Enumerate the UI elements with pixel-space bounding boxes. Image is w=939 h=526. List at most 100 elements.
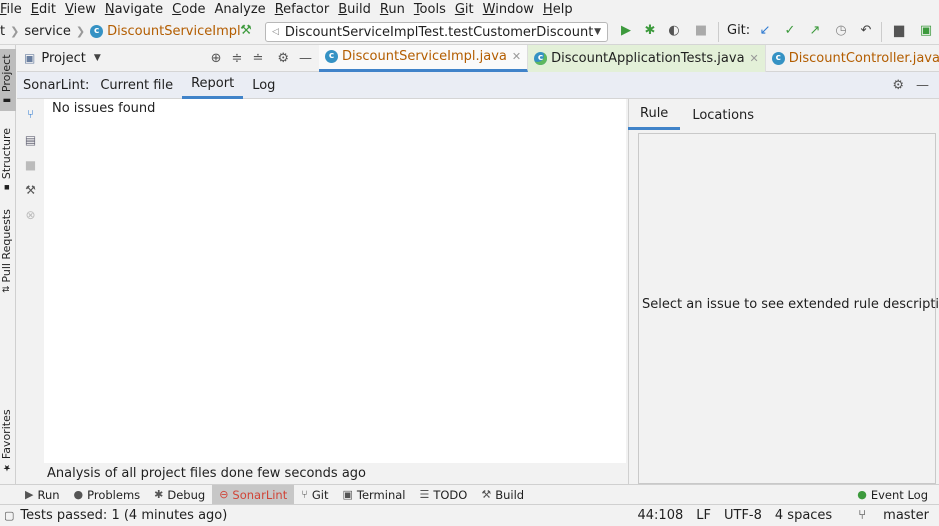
hide-panel-icon[interactable]: — bbox=[299, 51, 312, 66]
run-config-icon: ◁ bbox=[272, 27, 279, 37]
menu-file[interactable]: File bbox=[0, 2, 22, 17]
rollback-icon[interactable]: ↶ bbox=[858, 23, 874, 39]
git-branch[interactable]: ⑂ master bbox=[845, 508, 929, 523]
tool-tab-problems[interactable]: ● Problems bbox=[67, 485, 148, 505]
menu-help[interactable]: Help bbox=[543, 2, 573, 17]
menu-analyze[interactable]: Analyze bbox=[214, 2, 265, 17]
menu-run[interactable]: Run bbox=[380, 2, 405, 17]
git-icon: ⑂ bbox=[301, 488, 308, 501]
tool-tab-run[interactable]: ▶ Run bbox=[18, 485, 67, 505]
stop-icon[interactable]: ■ bbox=[693, 23, 709, 39]
close-icon[interactable]: ✕ bbox=[512, 50, 521, 63]
close-icon[interactable]: ✕ bbox=[750, 52, 759, 65]
project-view-icon: ▣ bbox=[24, 51, 36, 65]
no-issues-message: No issues found bbox=[52, 101, 156, 116]
toolbar-divider bbox=[718, 22, 719, 42]
structure-icon: ▪ bbox=[2, 179, 12, 193]
tool-tab-pull-requests[interactable]: ⇅ Pull Requests bbox=[0, 205, 16, 297]
tool-tab-project[interactable]: ▬ Project bbox=[0, 49, 16, 111]
class-icon: c bbox=[771, 51, 785, 65]
git-push-icon[interactable]: ↗ bbox=[807, 23, 823, 39]
tool-tab-todo[interactable]: ☰ TODO bbox=[412, 485, 474, 505]
tool-tab-terminal[interactable]: ▣ Terminal bbox=[335, 485, 412, 505]
test-class-icon: c bbox=[534, 51, 548, 65]
branch-icon: ⑂ bbox=[858, 508, 871, 523]
menu-navigate[interactable]: Navigate bbox=[105, 2, 163, 17]
build-hammer-icon[interactable]: ⚒ bbox=[238, 23, 254, 39]
breadcrumb-prev[interactable]: t bbox=[0, 24, 5, 39]
chevron-down-icon[interactable]: ▼ bbox=[94, 53, 101, 63]
event-log-icon: ● bbox=[857, 488, 867, 501]
menu-tools[interactable]: Tools bbox=[414, 2, 446, 17]
tab-rule[interactable]: Rule bbox=[628, 100, 681, 130]
git-update-icon[interactable]: ↙ bbox=[757, 23, 773, 39]
chevron-down-icon: ▼ bbox=[594, 27, 601, 37]
menu-code[interactable]: Code bbox=[172, 2, 205, 17]
editor-tab-discountserviceimpl[interactable]: c DiscountServiceImpl.java ✕ bbox=[319, 44, 529, 72]
tab-report[interactable]: Report bbox=[182, 72, 244, 99]
menu-build[interactable]: Build bbox=[338, 2, 371, 17]
run-configuration-select[interactable]: ◁ DiscountServiceImplTest.testCustomerDi… bbox=[265, 22, 608, 42]
git-label: Git: bbox=[727, 23, 751, 38]
menu-window[interactable]: Window bbox=[483, 2, 534, 17]
editor-tab-discountapplicationtests[interactable]: c DiscountApplicationTests.java ✕ bbox=[528, 44, 766, 72]
rule-tabs: Rule Locations bbox=[628, 99, 939, 131]
bottom-tool-bar: ▶ Run ● Problems ✱ Debug ⊖ SonarLint ⑂ Git ▣ T… bbox=[0, 484, 939, 505]
status-message[interactable]: Tests passed: 1 (4 minutes ago) bbox=[20, 508, 227, 523]
run-anything-icon[interactable]: ▣ bbox=[918, 23, 934, 39]
project-panel-title[interactable]: Project bbox=[41, 51, 85, 66]
tool-tab-debug[interactable]: ✱ Debug bbox=[147, 485, 212, 505]
project-structure-icon[interactable]: ▆ bbox=[891, 23, 907, 39]
tab-locations[interactable]: Locations bbox=[680, 100, 766, 130]
status-bar-toggle-icon[interactable]: ▢ bbox=[4, 509, 14, 522]
clear-results-icon[interactable]: ⊗ bbox=[23, 208, 38, 223]
analyze-all-files-icon[interactable]: ▤ bbox=[23, 133, 38, 148]
toolbar-divider bbox=[881, 22, 882, 42]
locate-file-icon[interactable]: ⊕ bbox=[211, 51, 222, 66]
breadcrumb-separator-icon: ❯ bbox=[75, 24, 86, 38]
build-icon: ⚒ bbox=[481, 488, 492, 501]
tool-tab-sonarlint[interactable]: ⊖ SonarLint bbox=[212, 484, 295, 505]
menu-refactor[interactable]: Refactor bbox=[275, 2, 330, 17]
rule-description-box: Select an issue to see extended rule des… bbox=[638, 133, 939, 484]
tool-tab-event-log[interactable]: ● Event Log bbox=[850, 485, 935, 505]
gear-icon[interactable]: ⚙ bbox=[277, 51, 289, 66]
indent-setting[interactable]: 4 spaces bbox=[775, 508, 832, 523]
tab-current-file[interactable]: Current file bbox=[91, 72, 182, 99]
tool-tab-git[interactable]: ⑂ Git bbox=[294, 485, 335, 505]
left-tool-strip: ▬ Project ▪ Structure ⇅ Pull Requests ★ … bbox=[0, 45, 16, 484]
analyze-changed-files-icon[interactable]: ⑂ bbox=[23, 107, 38, 122]
file-encoding[interactable]: UTF-8 bbox=[724, 508, 762, 523]
status-bar: ▢ Tests passed: 1 (4 minutes ago) 44:108… bbox=[0, 504, 939, 526]
debug-icon: ✱ bbox=[154, 488, 164, 501]
class-icon: c bbox=[90, 24, 104, 38]
breadcrumb-folder[interactable]: service bbox=[24, 24, 71, 39]
menu-edit[interactable]: Edit bbox=[31, 2, 56, 17]
expand-all-icon[interactable]: ≑ bbox=[232, 51, 243, 66]
breadcrumb-file[interactable]: DiscountServiceImpl bbox=[107, 24, 240, 39]
git-commit-icon[interactable]: ✓ bbox=[782, 23, 798, 39]
collapse-all-icon[interactable]: ≐ bbox=[252, 51, 263, 66]
analysis-status-message: Analysis of all project files done few s… bbox=[44, 463, 626, 484]
todo-icon: ☰ bbox=[419, 488, 430, 501]
run-icon[interactable]: ▶ bbox=[618, 23, 634, 39]
coverage-icon[interactable]: ◐ bbox=[666, 23, 682, 39]
menu-bar: File Edit View Navigate Code Analyze Ref… bbox=[0, 0, 939, 18]
gear-icon[interactable]: ⚙ bbox=[892, 78, 904, 93]
tool-tab-structure[interactable]: ▪ Structure bbox=[0, 121, 16, 199]
caret-position[interactable]: 44:108 bbox=[638, 508, 684, 523]
tool-tab-build[interactable]: ⚒ Build bbox=[474, 485, 531, 505]
tool-tab-favorites[interactable]: ★ Favorites bbox=[0, 405, 16, 477]
stop-icon[interactable]: ■ bbox=[23, 158, 38, 173]
configure-icon[interactable]: ⚒ bbox=[23, 183, 38, 198]
debug-bug-icon[interactable]: ✱ bbox=[642, 23, 658, 39]
menu-git[interactable]: Git bbox=[455, 2, 474, 17]
line-separator[interactable]: LF bbox=[696, 508, 711, 523]
hide-panel-icon[interactable]: — bbox=[916, 78, 929, 93]
sonarlint-header: SonarLint: Current file Report Log ⚙ — bbox=[17, 72, 939, 99]
history-icon[interactable]: ◷ bbox=[833, 23, 849, 39]
editor-tab-discountcontroller[interactable]: c DiscountController.java bbox=[766, 45, 939, 72]
tab-log[interactable]: Log bbox=[243, 72, 284, 99]
run-icon: ▶ bbox=[25, 488, 34, 501]
menu-view[interactable]: View bbox=[65, 2, 96, 17]
